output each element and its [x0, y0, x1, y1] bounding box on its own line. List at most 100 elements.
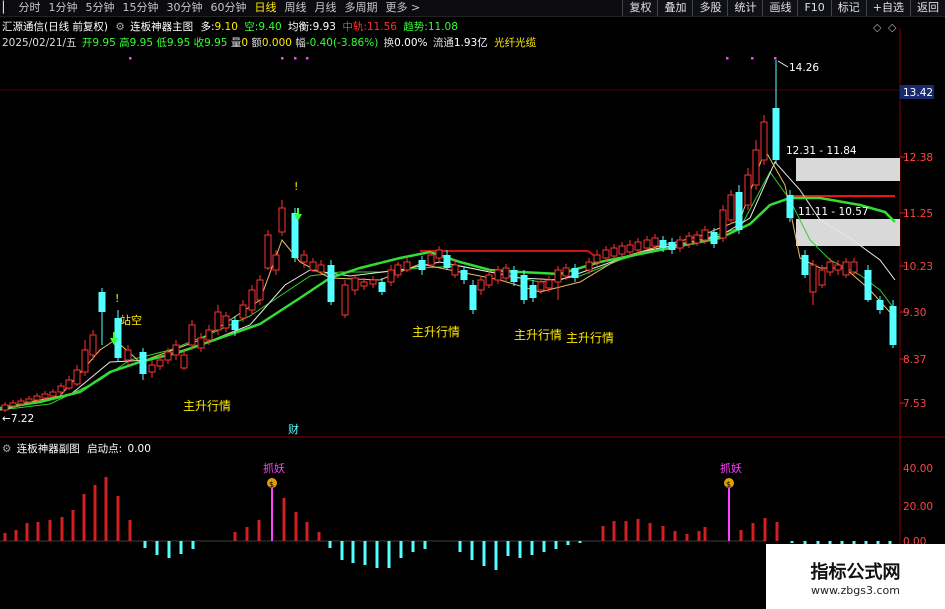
candle	[571, 268, 579, 278]
kong-value: 9.40	[258, 21, 281, 33]
candle	[33, 395, 41, 401]
sub-gear-icon: ⚙	[2, 443, 11, 455]
price-axis: 12.38 11.25 10.23 9.30 8.37 7.53	[900, 152, 933, 410]
current-price-label: 13.42	[903, 87, 933, 99]
low-price-label: ←7.22	[2, 413, 34, 425]
zhuayao-label-2: 抓妖	[720, 461, 742, 475]
resistance-zone	[796, 158, 900, 181]
candle	[801, 255, 809, 275]
zone2-label: 11.11 - 10.57	[798, 206, 869, 218]
kline-chart[interactable]: 汇源通信(日线 前复权) ⚙ 连板神器主图 多:9.10 空:9.40 均衡:9…	[0, 0, 945, 609]
candle	[248, 289, 256, 311]
candle	[610, 247, 618, 257]
signal-dots	[129, 57, 777, 60]
diamond-icon-2[interactable]: ◇	[888, 21, 897, 34]
candle	[651, 237, 659, 247]
candle	[727, 194, 735, 221]
candle	[172, 344, 180, 356]
candle	[752, 149, 760, 186]
sub-tick-0: 40.00	[903, 463, 933, 475]
ma-line-green-thin	[0, 171, 896, 411]
main-up-label-2: 主升行情	[412, 325, 460, 339]
candle	[309, 261, 317, 271]
candle	[485, 274, 493, 286]
signal-mark-2: !	[294, 180, 298, 193]
candle	[435, 249, 443, 259]
candle	[65, 379, 73, 389]
watermark-title: 指标公式网	[810, 562, 901, 583]
diamond-icon[interactable]: ◇	[873, 21, 882, 34]
signal-dot-4	[726, 57, 729, 60]
candle	[214, 311, 222, 331]
candle	[156, 359, 164, 367]
candle	[676, 239, 684, 249]
price-tick-4: 8.37	[903, 354, 926, 366]
candle	[719, 209, 727, 239]
candle	[81, 349, 89, 373]
candle	[418, 260, 426, 270]
junheng-value: 9.93	[313, 21, 336, 33]
watermark-url: www.zbgs3.com	[811, 584, 900, 597]
indicator-gear-icon: ⚙	[115, 21, 124, 33]
candle	[668, 242, 676, 250]
svg-text:$: $	[726, 480, 731, 489]
candle	[148, 364, 156, 373]
candle	[351, 277, 359, 291]
candle	[17, 400, 25, 405]
candle	[427, 254, 435, 266]
candle	[477, 279, 485, 291]
candle	[889, 306, 897, 345]
candle	[786, 195, 794, 218]
candle	[809, 264, 817, 293]
candle	[626, 244, 634, 253]
candle	[256, 279, 264, 301]
sub-indicator-name: 连板神器副图	[17, 442, 80, 455]
candle	[73, 369, 81, 385]
signal-dot-1	[281, 57, 284, 60]
candle	[197, 337, 205, 349]
indicator-name: 连板神器主图	[130, 20, 193, 33]
main-up-label-1: 主升行情	[183, 399, 231, 413]
candle	[278, 207, 286, 233]
candle	[443, 255, 451, 268]
candle	[659, 240, 667, 248]
candle	[602, 249, 610, 259]
candle	[529, 285, 537, 298]
price-tick-1: 11.25	[903, 208, 933, 220]
price-tick-3: 9.30	[903, 307, 926, 319]
candle	[164, 351, 172, 361]
candle	[300, 254, 308, 263]
candle	[394, 264, 402, 276]
candle	[180, 354, 188, 369]
duo-value: 9.10	[215, 21, 238, 33]
price-tick-5: 7.53	[903, 398, 926, 410]
candle	[239, 304, 247, 319]
svg-text:⚙ 连板神器副图 启动点: 0.00: ⚙ 连板神器副图 启动点: 0.00	[2, 442, 151, 455]
candle	[231, 320, 239, 330]
svg-text:2025/02/21/五 开9.95 高9.: 2025/02/21/五 开9.95 高9.95 低9.95 收9.95 量0 …	[2, 36, 537, 49]
candle	[643, 239, 651, 249]
ma-lines	[0, 148, 896, 411]
candle	[593, 254, 601, 263]
candle	[744, 174, 752, 206]
candle	[864, 270, 872, 300]
price-tick-0: 12.38	[903, 152, 933, 164]
svg-text:汇源通信(日线 前复权) ⚙ 连板神器主图: 汇源通信(日线 前复权) ⚙ 连板神器主图 多:9.10 空:9.40 均衡:9…	[2, 20, 458, 33]
candle	[772, 108, 780, 160]
candle	[850, 261, 858, 273]
candle	[369, 279, 377, 285]
candle	[693, 234, 701, 244]
candle	[98, 292, 106, 312]
finance-marker[interactable]: 财	[288, 422, 299, 436]
candle	[378, 282, 386, 292]
concept-tag: 光纤光缆	[494, 36, 536, 49]
candle	[1, 404, 9, 411]
candle	[469, 285, 477, 310]
candle	[710, 232, 718, 244]
candle	[451, 264, 459, 276]
candle	[634, 241, 642, 251]
main-up-label-4: 主升行情	[566, 331, 614, 345]
candle	[760, 121, 768, 161]
signal-dot-5	[751, 57, 754, 60]
candle	[537, 281, 545, 291]
